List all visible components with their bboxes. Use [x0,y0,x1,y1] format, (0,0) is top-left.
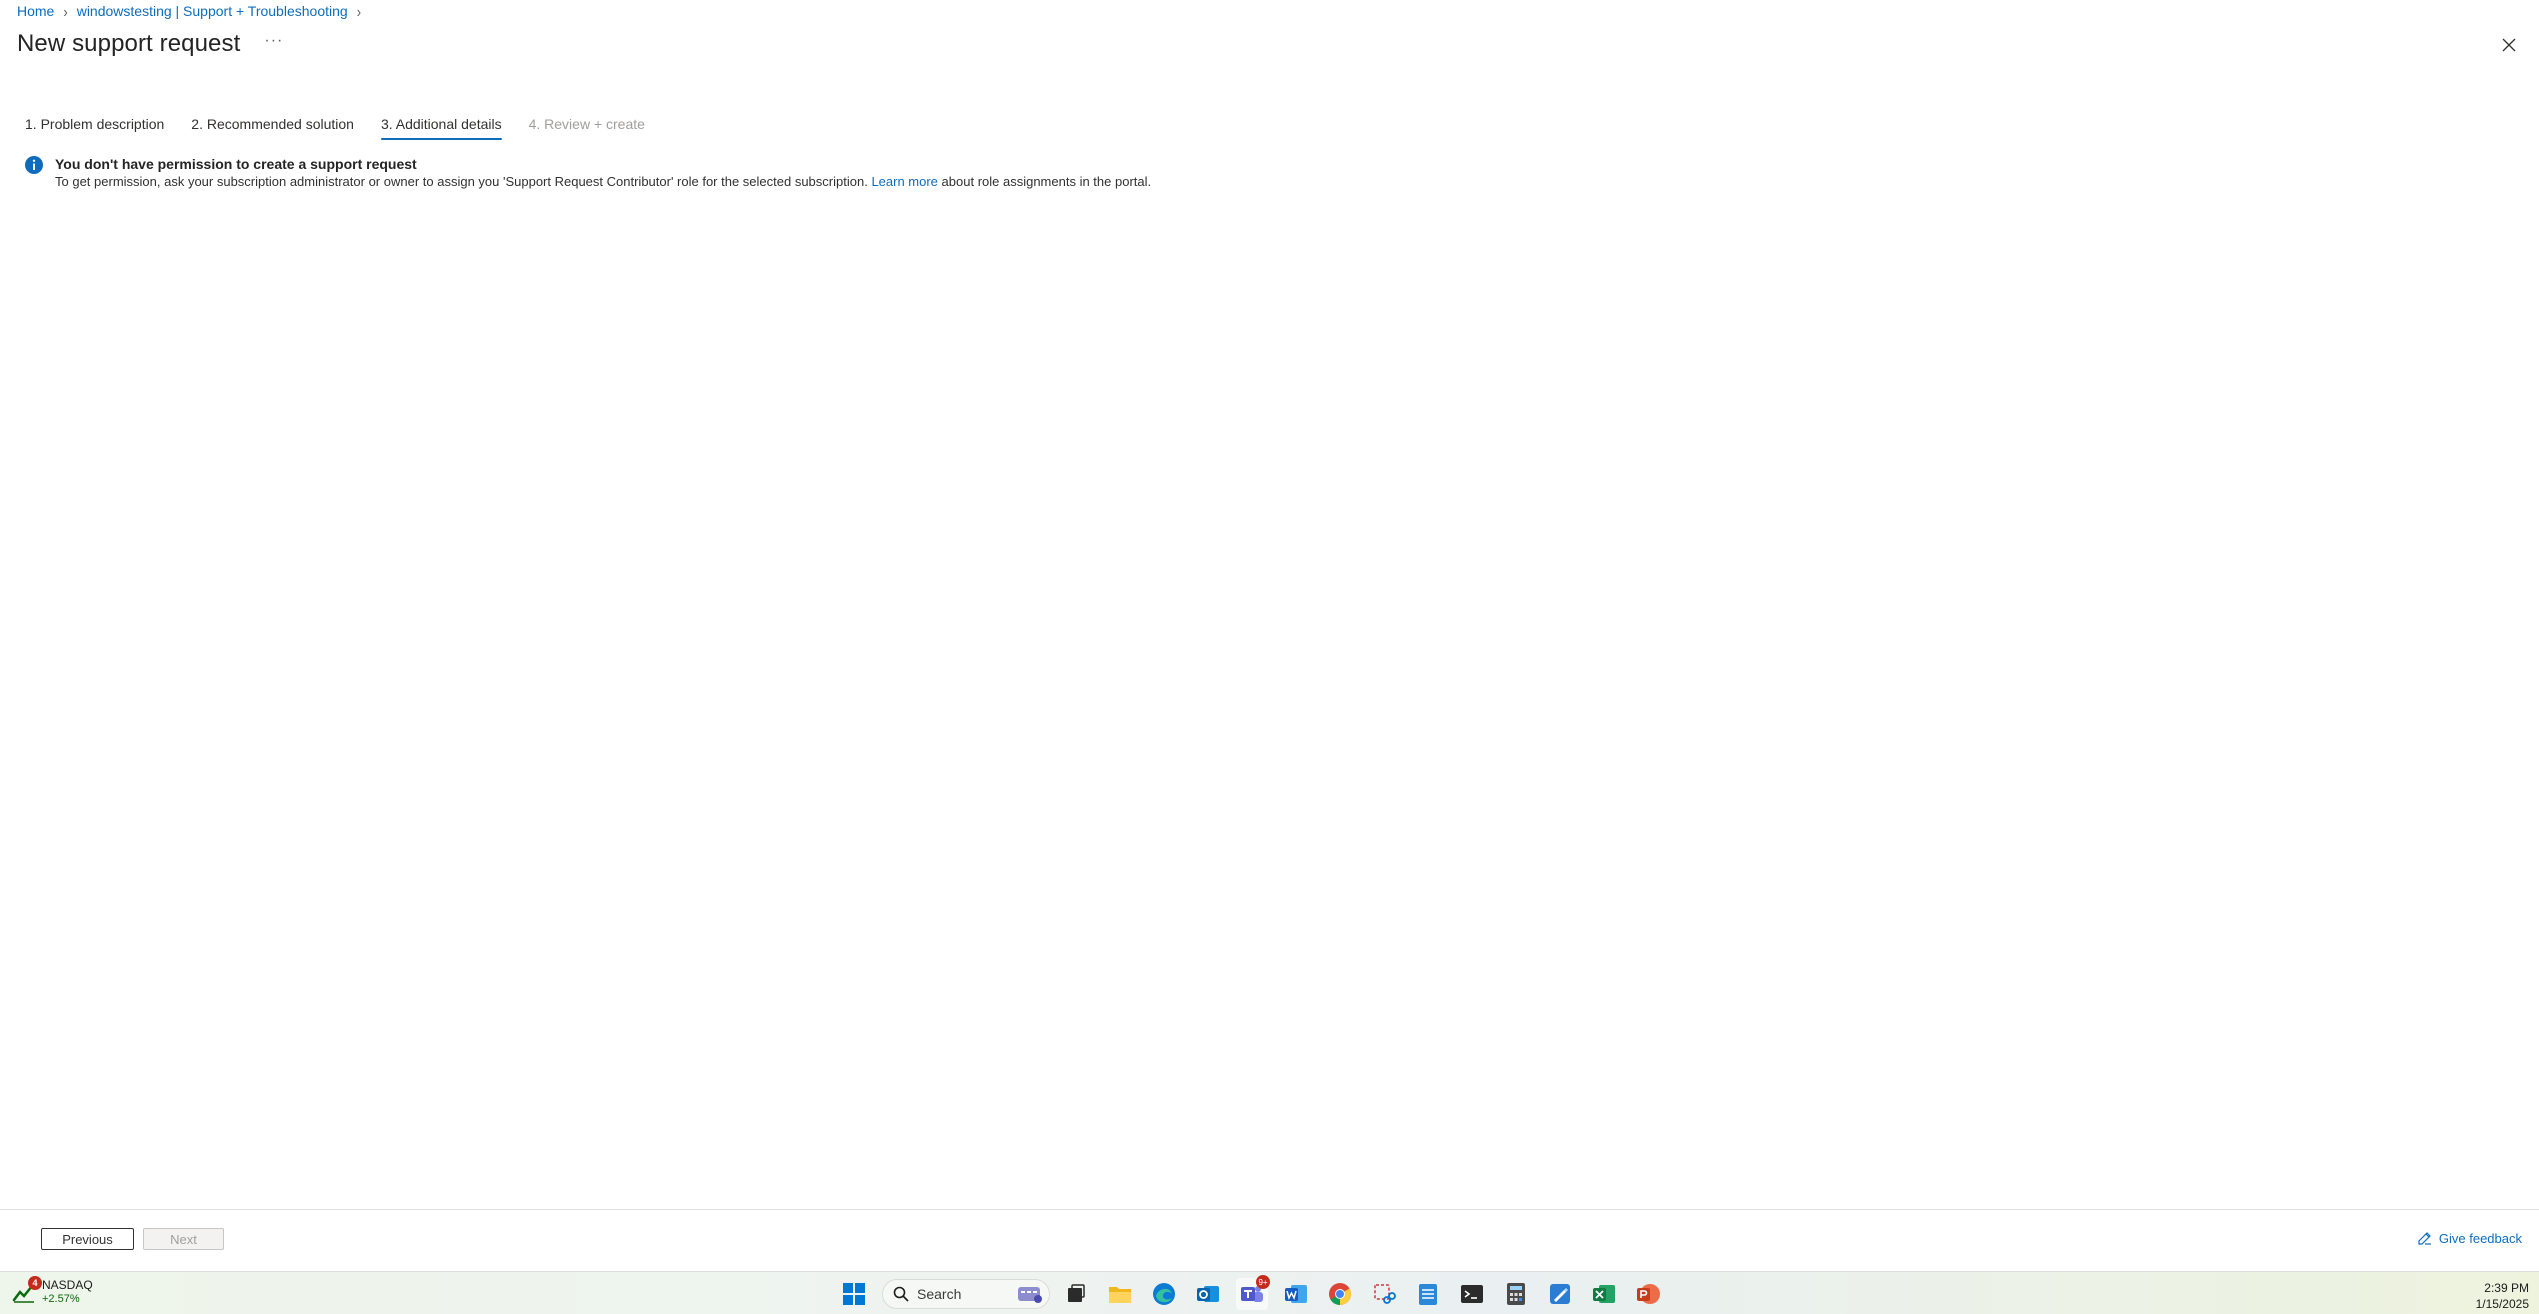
word-button[interactable] [1280,1278,1312,1310]
chevron-right-icon: › [63,2,68,20]
calculator-button[interactable] [1500,1278,1532,1310]
chevron-right-icon: › [356,2,362,20]
taskbar-apps: Search 9+ [838,1275,1676,1310]
start-button[interactable] [838,1278,870,1310]
paint-button[interactable] [1544,1278,1576,1310]
close-icon [2502,38,2516,52]
give-feedback-link[interactable]: Give feedback [2417,1230,2522,1246]
title-row: New support request ··· [17,30,283,58]
outlook-button[interactable] [1192,1278,1224,1310]
footer-bar: Previous Next Give feedback [0,1209,2539,1271]
search-icon [893,1286,909,1302]
edge-button[interactable] [1148,1278,1180,1310]
outlook-icon [1197,1286,1219,1302]
file-explorer-icon [1109,1287,1131,1303]
teams-badge: 9+ [1256,1275,1270,1289]
widget-name: NASDAQ [42,1278,93,1292]
close-button[interactable] [2497,33,2521,57]
stock-widget[interactable]: 4 NASDAQ +2.57% [12,1276,93,1306]
powerpoint-icon [1637,1284,1660,1304]
info-content: You don't have permission to create a su… [55,155,1151,191]
start-icon [843,1283,865,1305]
more-options-icon[interactable]: ··· [264,32,283,50]
widget-value: +2.57% [42,1293,80,1305]
chrome-icon [1329,1283,1351,1305]
chrome-button[interactable] [1324,1278,1356,1310]
tab-recommended-solution[interactable]: 2. Recommended solution [191,116,354,140]
terminal-icon [1461,1285,1483,1303]
snipping-tool-button[interactable] [1368,1278,1400,1310]
tab-problem-description[interactable]: 1. Problem description [25,116,164,140]
wizard-tabs: 1. Problem description 2. Recommended so… [25,116,672,140]
notepad-icon [1419,1284,1437,1305]
widget-text: NASDAQ +2.57% [42,1278,93,1306]
page-title: New support request [17,30,241,57]
info-body: To get permission, ask your subscription… [55,173,1151,191]
edge-icon [1153,1283,1175,1305]
give-feedback-label: Give feedback [2438,1230,2522,1246]
breadcrumb-support-link[interactable]: windowstesting | Support + Troubleshooti… [77,3,348,19]
clock-time: 2:39 PM [2484,1281,2529,1295]
windows-taskbar: 4 NASDAQ +2.57% Search 9+ 2:39 PM 1/15/2… [0,1271,2539,1314]
file-explorer-button[interactable] [1104,1278,1136,1310]
task-view-icon [1068,1284,1085,1302]
search-highlight-icon [1018,1287,1042,1303]
system-clock[interactable]: 2:39 PM 1/15/2025 [2476,1280,2529,1312]
terminal-button[interactable] [1456,1278,1488,1310]
info-icon [25,156,43,174]
teams-button[interactable]: 9+ [1236,1275,1270,1310]
info-body-text: To get permission, ask your subscription… [55,174,868,189]
tab-review-create: 4. Review + create [528,116,645,132]
task-view-button[interactable] [1060,1278,1092,1310]
previous-button[interactable]: Previous [41,1228,134,1250]
breadcrumb: Home › windowstesting | Support + Troubl… [17,2,370,20]
permission-info-banner: You don't have permission to create a su… [25,155,1151,191]
info-title: You don't have permission to create a su… [55,156,417,172]
breadcrumb-home-link[interactable]: Home [17,3,54,19]
notepad-button[interactable] [1412,1278,1444,1310]
excel-button[interactable] [1588,1278,1620,1310]
search-label: Search [917,1286,962,1302]
calculator-icon [1507,1283,1525,1305]
taskbar-search[interactable]: Search [882,1279,1050,1309]
next-button: Next [143,1228,224,1250]
feedback-icon [2418,1232,2431,1245]
snipping-tool-icon [1374,1284,1396,1304]
widget-badge: 4 [28,1276,42,1290]
info-body-text-after: about role assignments in the portal. [941,174,1152,189]
clock-date: 1/15/2025 [2475,1297,2529,1311]
powerpoint-button[interactable] [1632,1278,1664,1310]
tab-additional-details[interactable]: 3. Additional details [380,116,502,140]
paint-icon [1550,1284,1570,1304]
learn-more-link[interactable]: Learn more [871,174,937,189]
word-icon [1285,1285,1307,1303]
excel-icon [1593,1285,1615,1303]
stock-chart-icon: 4 [12,1276,42,1304]
